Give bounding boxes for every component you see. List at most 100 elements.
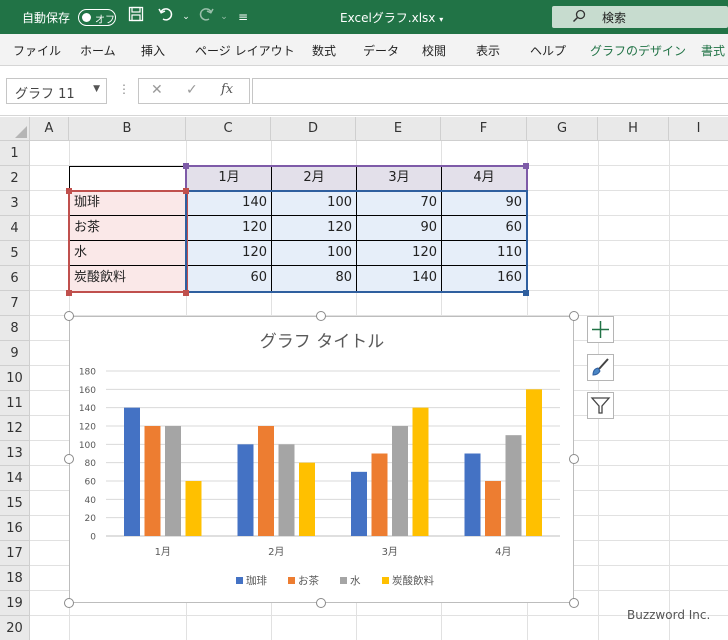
row-header[interactable]: 14 <box>0 466 30 491</box>
legend-label[interactable]: お茶 <box>298 574 319 587</box>
cell-value[interactable]: 100 <box>272 191 356 216</box>
chart-filters-button[interactable] <box>587 392 614 419</box>
cell-value[interactable]: 110 <box>442 241 526 266</box>
row-header[interactable]: 1 <box>0 141 30 166</box>
cell-item-name[interactable]: 炭酸飲料 <box>70 266 186 291</box>
name-box-dropdown-icon[interactable]: ▼ <box>93 84 100 94</box>
column-header-b[interactable]: B <box>69 117 186 141</box>
range-handle[interactable] <box>66 188 72 194</box>
cell-value[interactable]: 60 <box>442 216 526 241</box>
bar[interactable] <box>185 481 202 536</box>
legend-label[interactable]: 水 <box>350 575 361 587</box>
cell-value[interactable]: 120 <box>272 216 356 241</box>
bar[interactable] <box>351 471 367 536</box>
tab-review[interactable]: 校閲 <box>422 42 446 59</box>
tab-chart-design[interactable]: グラフのデザイン <box>590 42 686 59</box>
column-header-h[interactable]: H <box>598 117 669 141</box>
bar[interactable] <box>124 407 140 536</box>
cell-item-name[interactable]: 珈琲 <box>70 191 186 216</box>
column-header-d[interactable]: D <box>271 117 356 141</box>
cell-value[interactable]: 160 <box>442 266 526 291</box>
bar[interactable] <box>278 444 295 536</box>
cell-value[interactable]: 120 <box>187 241 271 266</box>
tab-data[interactable]: データ <box>363 42 399 59</box>
tab-home[interactable]: ホーム <box>80 42 116 59</box>
row-header[interactable]: 10 <box>0 366 30 391</box>
column-header-a[interactable]: A <box>30 117 69 141</box>
cell-value[interactable]: 60 <box>187 266 271 291</box>
column-header-e[interactable]: E <box>356 117 441 141</box>
undo-icon[interactable] <box>155 6 177 28</box>
row-header[interactable]: 9 <box>0 341 30 366</box>
bar[interactable] <box>299 462 315 536</box>
save-icon[interactable] <box>125 6 147 28</box>
tab-page-layout[interactable]: ページ レイアウト <box>195 42 295 59</box>
file-name[interactable]: Excelグラフ.xlsx ▾ <box>340 9 443 26</box>
bar[interactable] <box>371 453 388 537</box>
row-header[interactable]: 18 <box>0 566 30 591</box>
insert-function-icon[interactable]: fx <box>221 82 233 97</box>
cell-value[interactable]: 140 <box>357 266 441 291</box>
undo-dropdown-icon[interactable]: ⌄ <box>175 6 197 28</box>
tab-insert[interactable]: 挿入 <box>141 42 165 59</box>
row-header[interactable]: 7 <box>0 291 30 316</box>
row-header[interactable]: 15 <box>0 491 30 516</box>
cell-header-month[interactable]: 4月 <box>442 166 526 191</box>
bar[interactable] <box>464 453 481 537</box>
chart-styles-button[interactable] <box>587 354 614 381</box>
range-handle[interactable] <box>523 163 529 169</box>
row-header[interactable]: 12 <box>0 416 30 441</box>
cell-header-month[interactable]: 2月 <box>272 166 356 191</box>
cell-value[interactable]: 90 <box>357 216 441 241</box>
name-box[interactable]: グラフ 11 ▼ <box>6 78 107 104</box>
bar[interactable] <box>237 444 254 536</box>
range-handle[interactable] <box>183 290 189 296</box>
bar[interactable] <box>165 426 181 536</box>
row-header[interactable]: 3 <box>0 191 30 216</box>
enter-icon[interactable]: ✓ <box>186 82 198 98</box>
row-header[interactable]: 6 <box>0 266 30 291</box>
row-header[interactable]: 5 <box>0 241 30 266</box>
autosave-toggle[interactable]: オフ <box>78 9 116 26</box>
row-header[interactable]: 17 <box>0 541 30 566</box>
resize-handle[interactable] <box>569 598 579 608</box>
bar[interactable] <box>392 426 408 536</box>
resize-handle[interactable] <box>64 598 74 608</box>
cell-value[interactable]: 140 <box>187 191 271 216</box>
cell-b2[interactable] <box>69 166 187 191</box>
row-header[interactable]: 16 <box>0 516 30 541</box>
cell-item-name[interactable]: 水 <box>70 241 186 266</box>
cell-value[interactable]: 90 <box>442 191 526 216</box>
cell-value[interactable]: 100 <box>272 241 356 266</box>
column-header-f[interactable]: F <box>441 117 527 141</box>
legend-label[interactable]: 炭酸飲料 <box>392 574 434 587</box>
row-header[interactable]: 8 <box>0 316 30 341</box>
bar[interactable] <box>505 435 522 536</box>
cell-item-name[interactable]: お茶 <box>70 216 186 241</box>
resize-handle[interactable] <box>64 454 74 464</box>
row-header[interactable]: 2 <box>0 166 30 191</box>
column-header-c[interactable]: C <box>186 117 271 141</box>
range-handle[interactable] <box>66 290 72 296</box>
cell-header-month[interactable]: 3月 <box>357 166 441 191</box>
range-handle[interactable] <box>183 188 189 194</box>
formula-bar-grip-icon[interactable]: ⋮ <box>118 82 130 96</box>
range-handle[interactable] <box>183 163 189 169</box>
bar[interactable] <box>412 407 429 536</box>
tab-format[interactable]: 書式 <box>701 42 725 59</box>
resize-handle[interactable] <box>569 454 579 464</box>
cell-value[interactable]: 80 <box>272 266 356 291</box>
search-box[interactable]: 検索 <box>552 6 728 28</box>
row-header[interactable]: 13 <box>0 441 30 466</box>
tab-help[interactable]: ヘルプ <box>530 42 566 59</box>
row-header[interactable]: 20 <box>0 616 30 640</box>
resize-handle[interactable] <box>64 311 74 321</box>
formula-input[interactable] <box>252 78 728 104</box>
tab-view[interactable]: 表示 <box>476 42 500 59</box>
resize-handle[interactable] <box>316 311 326 321</box>
row-header[interactable]: 19 <box>0 591 30 616</box>
cancel-icon[interactable]: ✕ <box>151 82 163 98</box>
column-header-g[interactable]: G <box>527 117 598 141</box>
tab-file[interactable]: ファイル <box>13 42 61 59</box>
resize-handle[interactable] <box>316 598 326 608</box>
